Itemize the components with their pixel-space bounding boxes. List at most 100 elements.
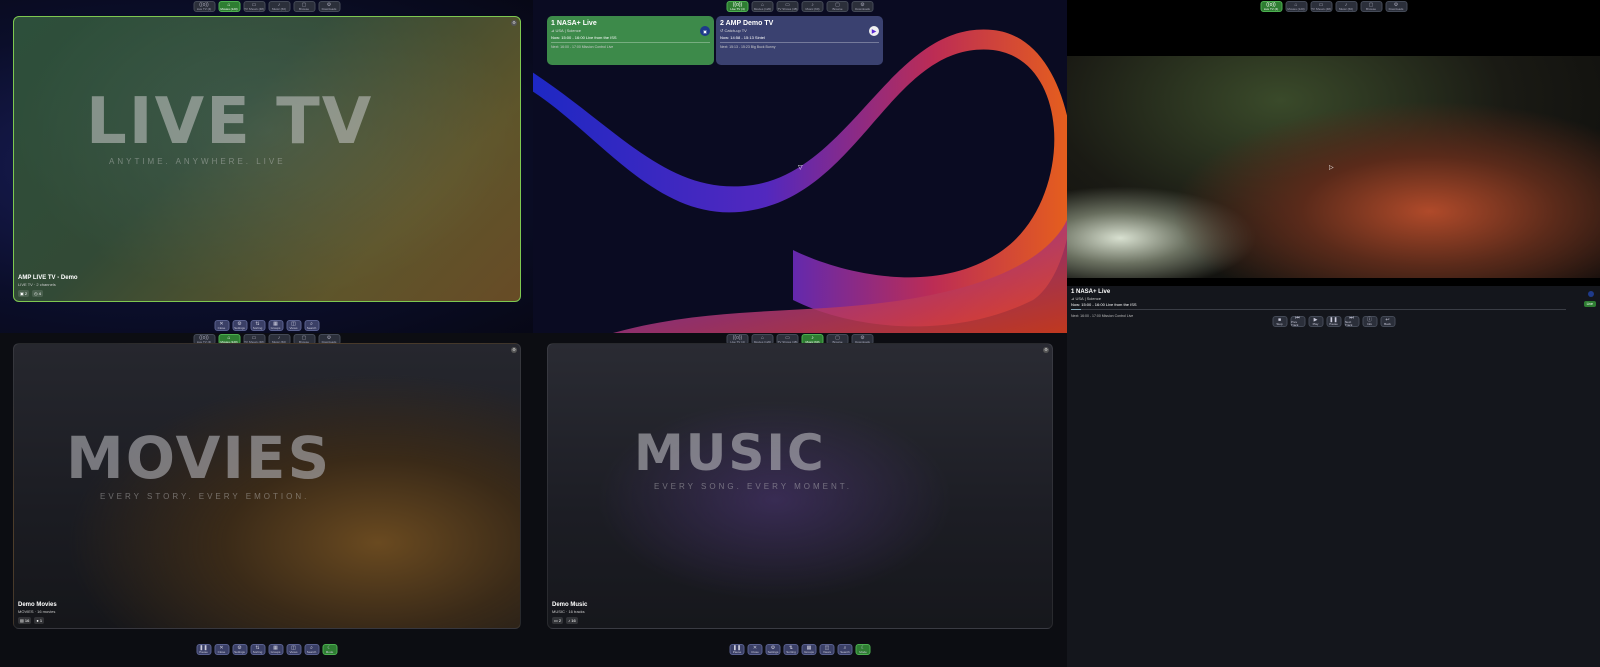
nav-label: Live TV (4) — [1263, 6, 1279, 11]
music-hero-card[interactable]: ⚙ MUSIC EVERY SONG. EVERY MOMENT. Demo M… — [547, 343, 1053, 629]
nav-tv[interactable]: ▭ TV Shows (48) — [776, 1, 799, 12]
channel-progress — [720, 42, 879, 43]
back-button[interactable]: ↩ Back — [1380, 316, 1395, 327]
nav-wifi[interactable]: ((o)) Live TV (4) — [193, 1, 215, 12]
nav-gear[interactable]: ⚙ Downloads — [318, 1, 340, 12]
player-info-bar: 1 NASA+ Live ⊿ USA | Science Now: 15:00 … — [1067, 286, 1600, 333]
nav-gear[interactable]: ⚙ Downloads — [851, 1, 874, 12]
play-button[interactable]: ▶ Play — [1308, 316, 1323, 327]
nav-folder[interactable]: ▢ Browse — [293, 1, 315, 12]
nav-folder[interactable]: ▢ Browse — [1360, 1, 1382, 12]
sorting-button[interactable]: ⇅ Sorting — [250, 644, 265, 655]
gear-icon[interactable]: ⚙ — [1043, 347, 1049, 353]
nav-label: TV Shows (48) — [244, 6, 264, 11]
button-label: Views — [289, 325, 298, 330]
movies-bg-title: MOVIES — [66, 424, 332, 492]
nav-house[interactable]: ⌂ Movies (120) — [218, 1, 240, 12]
nav-label: Downloads — [321, 6, 337, 11]
button-label: Info — [1366, 321, 1372, 326]
movies-hero-info: Demo Movies MOVIES · 16 movies ▤ 16 ● 1 — [18, 602, 57, 624]
groups-button[interactable]: ▦ Groups — [268, 320, 283, 331]
close-button[interactable]: ✕ Close — [214, 644, 229, 655]
views-button[interactable]: ◫ Views — [286, 320, 301, 331]
top-nav: ((o)) Live TV (4) ⌂ Movies (120) ▭ TV Shows (… — [1260, 1, 1407, 12]
sorting-button[interactable]: ⇅ Sorting — [250, 320, 265, 331]
hero-subtitle: LIVE TV · 2 channels — [18, 282, 56, 287]
gear-icon[interactable]: ⚙ — [511, 20, 517, 26]
groups-button[interactable]: ▦ Groups — [268, 644, 283, 655]
button-label: Settings — [234, 325, 245, 330]
live-tv-hero-card[interactable]: ⚙ LIVE TV ANYTIME. ANYWHERE. LIVE AMP LI… — [13, 16, 521, 302]
nav-label: TV Shows (48) — [1311, 6, 1331, 11]
nav-label: Browse — [1365, 6, 1376, 11]
button-label: Mode — [325, 649, 334, 654]
music-bottom-bar: ❚❚ Pause ✕ Close ⚙ Settings ⇅ Sorting ▦ Groups ◫ Vi… — [729, 644, 871, 655]
nav-folder[interactable]: ▢ Browse — [826, 1, 849, 12]
settings-button[interactable]: ⚙ Settings — [765, 644, 781, 655]
button-label: Close — [217, 649, 226, 654]
close-button[interactable]: ✕ Close — [747, 644, 763, 655]
mode-button[interactable]: ☾ Mode — [322, 644, 337, 655]
views-button[interactable]: ◫ Views — [286, 644, 301, 655]
nav-tv[interactable]: ▭ TV Shows (48) — [1310, 1, 1332, 12]
pause-button[interactable]: ❚❚ Pause — [729, 644, 745, 655]
movies-hero-card[interactable]: ⚙ MOVIES EVERY STORY. EVERY EMOTION. Dem… — [13, 343, 521, 629]
channel-category: ↺ Catch-up TV — [720, 28, 747, 33]
next-track-button[interactable]: ⏭ Next Track — [1344, 316, 1359, 327]
settings-button[interactable]: ⚙ Settings — [232, 644, 247, 655]
amp-logo-icon: ▶ — [869, 26, 879, 36]
pause-button[interactable]: ❚❚ Pause — [196, 644, 211, 655]
pause-button[interactable]: ❚❚ Pause — [1326, 316, 1341, 327]
prev-track-button[interactable]: ⏮ Prev Track — [1290, 316, 1305, 327]
mode-button[interactable]: ☾ Mode — [855, 644, 871, 655]
views-button[interactable]: ◫ Views — [819, 644, 835, 655]
cursor-icon: ▽ — [798, 165, 803, 171]
search-button[interactable]: ⌕ Search — [837, 644, 853, 655]
channel-category: ⊿ USA | Science — [551, 28, 581, 33]
player-panel: ((o)) Live TV (4) ⌂ Movies (120) ▭ TV Shows (… — [1067, 0, 1600, 333]
live-tv-bg-subtitle: ANYTIME. ANYWHERE. LIVE — [109, 157, 286, 166]
channel-card-1[interactable]: 1 NASA+ Live ⊿ USA | Science Now: 15:00 … — [547, 16, 714, 65]
channel-next: Next: 15:13 - 15:23 Big Buck Bunny — [720, 45, 776, 49]
info-button[interactable]: ⓘ Info — [1362, 316, 1377, 327]
nav-gear[interactable]: ⚙ Downloads — [1385, 1, 1407, 12]
player-channel-name: 1 NASA+ Live — [1071, 289, 1111, 295]
button-label: Play — [1312, 321, 1319, 326]
music-panel: ((o)) Live TV (4) ⌂ Movies (120) ▭ TV Shows (… — [533, 333, 1067, 667]
nav-label: Live TV (4) — [196, 6, 212, 11]
groups-button[interactable]: ▦ Groups — [801, 644, 817, 655]
nav-wifi[interactable]: ((o)) Live TV (4) — [1260, 1, 1282, 12]
settings-button[interactable]: ⚙ Settings — [232, 320, 247, 331]
nav-label: Live TV (4) — [730, 6, 745, 11]
gear-icon[interactable]: ⚙ — [511, 347, 517, 353]
search-button[interactable]: ⌕ Search — [304, 644, 319, 655]
button-label: Views — [823, 649, 831, 654]
nav-wifi[interactable]: ((o)) Live TV (4) — [726, 1, 749, 12]
nav-label: TV Shows (48) — [777, 6, 798, 11]
nav-music[interactable]: ♪ Music (60) — [801, 1, 824, 12]
search-button[interactable]: ⌕ Search — [304, 320, 319, 331]
stop-button[interactable]: ■ Stop — [1272, 316, 1287, 327]
nav-music[interactable]: ♪ Music (60) — [1335, 1, 1357, 12]
nasa-logo-icon — [1588, 291, 1594, 297]
albums-badge: ▭ 2 — [552, 617, 564, 624]
nav-label: Music (60) — [805, 6, 820, 11]
movies-count-badge: ▤ 16 — [18, 617, 32, 624]
hero-title: Demo Movies — [18, 602, 57, 608]
sorting-button[interactable]: ⇅ Sorting — [783, 644, 799, 655]
nav-house[interactable]: ⌂ Movies (120) — [1285, 1, 1307, 12]
nav-music[interactable]: ♪ Music (60) — [268, 1, 290, 12]
channel-card-2[interactable]: 2 AMP Demo TV ↺ Catch-up TV Now: 14:58 -… — [716, 16, 883, 65]
views-badge: ◷ 4 — [32, 290, 43, 297]
button-label: Close — [751, 649, 759, 654]
live-badge: Live — [1583, 301, 1596, 307]
nav-label: Browse — [832, 6, 843, 11]
views-badge: ● 1 — [34, 617, 45, 624]
nav-tv[interactable]: ▭ TV Shows (48) — [243, 1, 265, 12]
button-label: Pause — [732, 649, 742, 654]
nav-house[interactable]: ⌂ Movies (120) — [751, 1, 774, 12]
empty-panel — [1067, 333, 1600, 667]
music-hero-info: Demo Music MUSIC · 16 tracks ▭ 2 ♪ 16 — [552, 602, 587, 624]
close-button[interactable]: ✕ Close — [214, 320, 229, 331]
live-tv-bottom-bar: ✕ Close ⚙ Settings ⇅ Sorting ▦ Groups ◫ Views ⌕ Sea… — [214, 320, 319, 331]
